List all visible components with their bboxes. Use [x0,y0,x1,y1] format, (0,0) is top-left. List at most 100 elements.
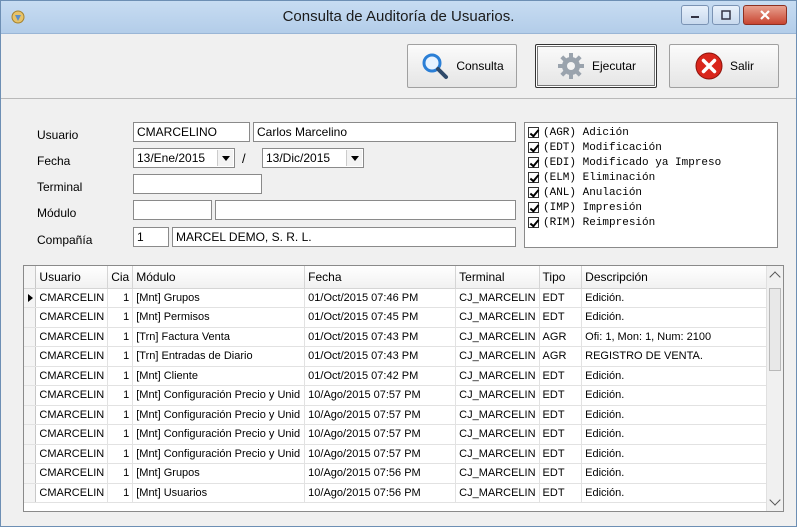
checkbox[interactable] [528,217,539,228]
ejecutar-button[interactable]: Ejecutar [535,44,657,88]
fecha-hasta-select[interactable]: 13/Dic/2015 [262,148,364,168]
table-cell[interactable]: Edición. [581,483,783,503]
table-cell[interactable]: EDT [539,288,583,308]
scroll-up-icon[interactable] [769,271,781,283]
table-cell[interactable]: 10/Ago/2015 07:57 PM [304,385,457,406]
table-cell[interactable]: CMARCELIN [35,327,109,347]
col-header[interactable]: Terminal [455,266,540,289]
table-cell[interactable]: [Mnt] Usuarios [132,483,306,503]
table-cell[interactable]: [Mnt] Grupos [132,463,306,484]
table-cell[interactable]: Edición. [581,424,783,445]
table-cell[interactable]: 1 [107,327,134,347]
col-header[interactable]: Fecha [304,266,457,289]
table-cell[interactable]: Edición. [581,405,783,425]
tipo-checkbox-row[interactable]: (EDI) Modificado ya Impreso [528,155,774,170]
table-row[interactable]: CMARCELIN 1 [Mnt] Grupos 01/Oct/2015 07:46 … [24,288,783,308]
table-cell[interactable]: [Mnt] Configuración Precio y Unid [132,424,306,445]
tipo-checkbox-row[interactable]: (EDT) Modificación [528,140,774,155]
table-cell[interactable]: 1 [107,463,134,484]
table-cell[interactable]: CJ_MARCELIN [455,346,540,367]
table-cell[interactable]: Edición. [581,366,783,386]
table-cell[interactable]: EDT [539,463,583,484]
checkbox[interactable] [528,142,539,153]
table-row[interactable]: CMARCELIN 1 [Mnt] Permisos 01/Oct/2015 07:4… [24,307,783,328]
compania-name-field[interactable]: MARCEL DEMO, S. R. L. [172,227,516,247]
row-header[interactable] [24,366,37,386]
consulta-button[interactable]: Consulta [407,44,517,88]
chevron-down-icon[interactable] [346,150,362,166]
table-cell[interactable]: Edición. [581,385,783,406]
col-header[interactable]: Descripción [581,266,783,289]
table-cell[interactable]: CJ_MARCELIN [455,444,540,464]
col-header[interactable]: Módulo [132,266,306,289]
scroll-down-icon[interactable] [769,494,781,506]
table-cell[interactable]: EDT [539,444,583,464]
checkbox[interactable] [528,127,539,138]
checkbox[interactable] [528,187,539,198]
close-button[interactable] [743,5,787,25]
table-cell[interactable]: CJ_MARCELIN [455,327,540,347]
table-cell[interactable]: 1 [107,346,134,367]
table-cell[interactable]: CJ_MARCELIN [455,385,540,406]
table-cell[interactable]: CMARCELIN [35,307,109,328]
row-header[interactable] [24,483,37,503]
table-cell[interactable]: 1 [107,405,134,425]
row-header[interactable] [24,288,37,308]
col-header[interactable]: Cia [107,266,134,289]
table-cell[interactable]: 01/Oct/2015 07:45 PM [304,307,457,328]
minimize-button[interactable] [681,5,709,25]
table-cell[interactable]: EDT [539,483,583,503]
table-cell[interactable]: Edición. [581,288,783,308]
table-cell[interactable]: CJ_MARCELIN [455,424,540,445]
table-cell[interactable]: [Mnt] Permisos [132,307,306,328]
table-cell[interactable]: EDT [539,424,583,445]
table-cell[interactable]: EDT [539,366,583,386]
table-row[interactable]: CMARCELIN 1 [Trn] Factura Venta 01/Oct/2015… [24,327,783,347]
table-cell[interactable]: 10/Ago/2015 07:57 PM [304,405,457,425]
table-cell[interactable]: CMARCELIN [35,444,109,464]
table-row[interactable]: CMARCELIN 1 [Mnt] Cliente 01/Oct/2015 07:42… [24,366,783,386]
table-cell[interactable]: [Trn] Entradas de Diario [132,346,306,367]
row-header[interactable] [24,327,37,347]
table-cell[interactable]: CJ_MARCELIN [455,483,540,503]
table-cell[interactable]: CMARCELIN [35,405,109,425]
table-cell[interactable]: CJ_MARCELIN [455,405,540,425]
table-cell[interactable]: 1 [107,483,134,503]
table-cell[interactable]: AGR [539,346,583,367]
tipo-checkbox-row[interactable]: (ANL) Anulación [528,185,774,200]
row-header[interactable] [24,424,37,445]
salir-button[interactable]: Salir [669,44,779,88]
tipo-checkbox-row[interactable]: (AGR) Adición [528,125,774,140]
tipo-checkbox-row[interactable]: (IMP) Impresión [528,200,774,215]
table-cell[interactable]: 01/Oct/2015 07:46 PM [304,288,457,308]
table-cell[interactable]: CMARCELIN [35,366,109,386]
checkbox[interactable] [528,202,539,213]
usuario-name-field[interactable]: Carlos Marcelino [253,122,516,142]
table-cell[interactable]: [Mnt] Grupos [132,288,306,308]
table-cell[interactable]: EDT [539,385,583,406]
table-cell[interactable]: [Mnt] Configuración Precio y Unid [132,444,306,464]
tipo-checkbox-row[interactable]: (ELM) Eliminación [528,170,774,185]
checkbox[interactable] [528,157,539,168]
table-cell[interactable]: CMARCELIN [35,424,109,445]
table-cell[interactable]: Edición. [581,307,783,328]
fecha-desde-select[interactable]: 13/Ene/2015 [133,148,235,168]
modulo-code-field[interactable] [133,200,212,220]
table-cell[interactable]: CJ_MARCELIN [455,366,540,386]
compania-code-field[interactable]: 1 [133,227,169,247]
chevron-down-icon[interactable] [217,150,233,166]
table-cell[interactable]: EDT [539,307,583,328]
table-cell[interactable]: 1 [107,385,134,406]
table-cell[interactable]: CMARCELIN [35,483,109,503]
row-header[interactable] [24,346,37,367]
col-header[interactable]: Tipo [539,266,583,289]
row-header[interactable] [24,307,37,328]
table-cell[interactable]: 01/Oct/2015 07:43 PM [304,327,457,347]
table-cell[interactable]: CJ_MARCELIN [455,307,540,328]
table-cell[interactable]: [Mnt] Configuración Precio y Unid [132,405,306,425]
table-cell[interactable]: 01/Oct/2015 07:42 PM [304,366,457,386]
row-header[interactable] [24,444,37,464]
table-cell[interactable]: 1 [107,444,134,464]
table-row[interactable]: CMARCELIN 1 [Mnt] Configuración Precio y U… [24,444,783,464]
scroll-thumb[interactable] [769,288,781,371]
